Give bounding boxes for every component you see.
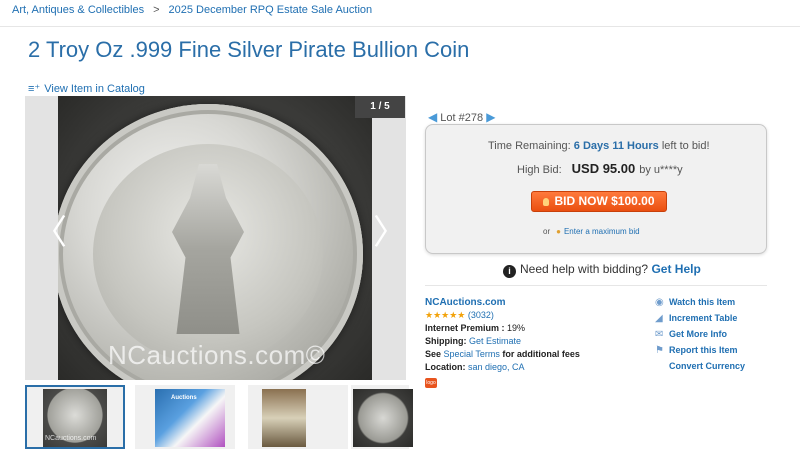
watch-item-link[interactable]: ◉ Watch this Item <box>655 297 745 313</box>
time-remaining-value: 6 Days 11 Hours <box>573 140 659 152</box>
increment-icon: ◢ <box>655 313 663 324</box>
thumbnail-4[interactable] <box>351 385 413 449</box>
seller-logo-badge[interactable]: logo <box>425 378 437 388</box>
high-bid-amount: USD 95.00 <box>571 161 636 176</box>
get-estimate-link[interactable]: Get Estimate <box>469 336 521 346</box>
previous-lot-icon[interactable]: ◀ <box>428 110 437 124</box>
pin-icon: ● <box>556 227 561 236</box>
breadcrumb-divider <box>0 26 800 27</box>
view-in-catalog-label: View Item in Catalog <box>44 83 145 95</box>
breadcrumb-separator: > <box>153 4 160 16</box>
page-title: 2 Troy Oz .999 Fine Silver Pirate Bullio… <box>28 37 470 62</box>
special-terms-link[interactable]: Special Terms <box>444 349 500 359</box>
help-divider <box>425 285 767 286</box>
lot-number: Lot #278 <box>440 112 484 124</box>
thumbnail-strip: NCauctions.com Auctions <box>25 385 413 450</box>
thumbnail-1[interactable]: NCauctions.com <box>25 385 125 449</box>
convert-currency-link[interactable]: Convert Currency <box>655 361 745 377</box>
report-item-link[interactable]: ⚑ Report this Item <box>655 345 745 361</box>
thumbnail-watermark: NCauctions.com <box>45 435 97 442</box>
breadcrumb: Art, Antiques & Collectibles >2025 Decemb… <box>12 4 372 16</box>
max-bid-line: or ● Enter a maximum bid <box>543 227 640 236</box>
eye-icon: ◉ <box>655 297 664 308</box>
lightbulb-icon <box>543 198 550 206</box>
breadcrumb-category-link[interactable]: Art, Antiques & Collectibles <box>12 4 144 16</box>
help-line: i Need help with bidding? Get Help <box>503 262 701 278</box>
main-item-photo[interactable]: NCauctions.com© ⛶ <box>58 96 372 380</box>
envelope-icon: ✉ <box>655 329 664 340</box>
info-icon: i <box>503 265 516 278</box>
thumbnail-3[interactable] <box>248 385 348 449</box>
seller-info: NCAuctions.com ★★★★★ (3032) Internet Pre… <box>425 297 580 388</box>
flag-icon: ⚑ <box>655 345 664 356</box>
increment-table-link[interactable]: ◢ Increment Table <box>655 313 745 329</box>
rating-count-link[interactable]: (3032) <box>468 310 494 320</box>
bid-now-button[interactable]: BID NOW $100.00 <box>531 191 667 212</box>
bid-panel: Time Remaining: 6 Days 11 Hours left to … <box>425 124 767 254</box>
image-gallery: NCauctions.com© ⛶ 1 / 5 〈 〉 <box>25 96 407 380</box>
get-more-info-link[interactable]: ✉ Get More Info <box>655 329 745 345</box>
view-in-catalog-link[interactable]: ≡⁺ View Item in Catalog <box>28 82 145 95</box>
breadcrumb-auction-link[interactable]: 2025 December RPQ Estate Sale Auction <box>169 4 373 16</box>
coin-image <box>58 104 363 380</box>
rating-stars-icon: ★★★★★ <box>425 310 466 320</box>
thumbnail-2-text: Auctions <box>171 395 197 401</box>
lot-navigation: ◀ Lot #278 ▶ <box>428 110 495 124</box>
list-add-icon: ≡⁺ <box>28 83 41 95</box>
previous-image-icon[interactable]: 〈 <box>33 216 67 250</box>
get-help-link[interactable]: Get Help <box>651 262 700 276</box>
time-remaining: Time Remaining: 6 Days 11 Hours left to … <box>488 140 710 152</box>
next-image-icon[interactable]: 〉 <box>373 216 407 250</box>
seller-name-link[interactable]: NCAuctions.com <box>425 297 506 308</box>
location-value: san diego, CA <box>468 362 525 372</box>
premium-value: 19% <box>507 323 526 333</box>
item-actions: ◉ Watch this Item ◢ Increment Table ✉ Get M… <box>655 297 745 377</box>
high-bid: High Bid: USD 95.00 by u****y <box>517 161 683 176</box>
image-counter: 1 / 5 <box>355 96 405 118</box>
photo-watermark: NCauctions.com© <box>108 340 326 370</box>
thumbnail-2[interactable]: Auctions <box>135 385 235 449</box>
next-lot-icon[interactable]: ▶ <box>486 110 495 124</box>
enter-max-bid-link[interactable]: Enter a maximum bid <box>564 227 640 236</box>
high-bidder: by u****y <box>639 164 683 176</box>
